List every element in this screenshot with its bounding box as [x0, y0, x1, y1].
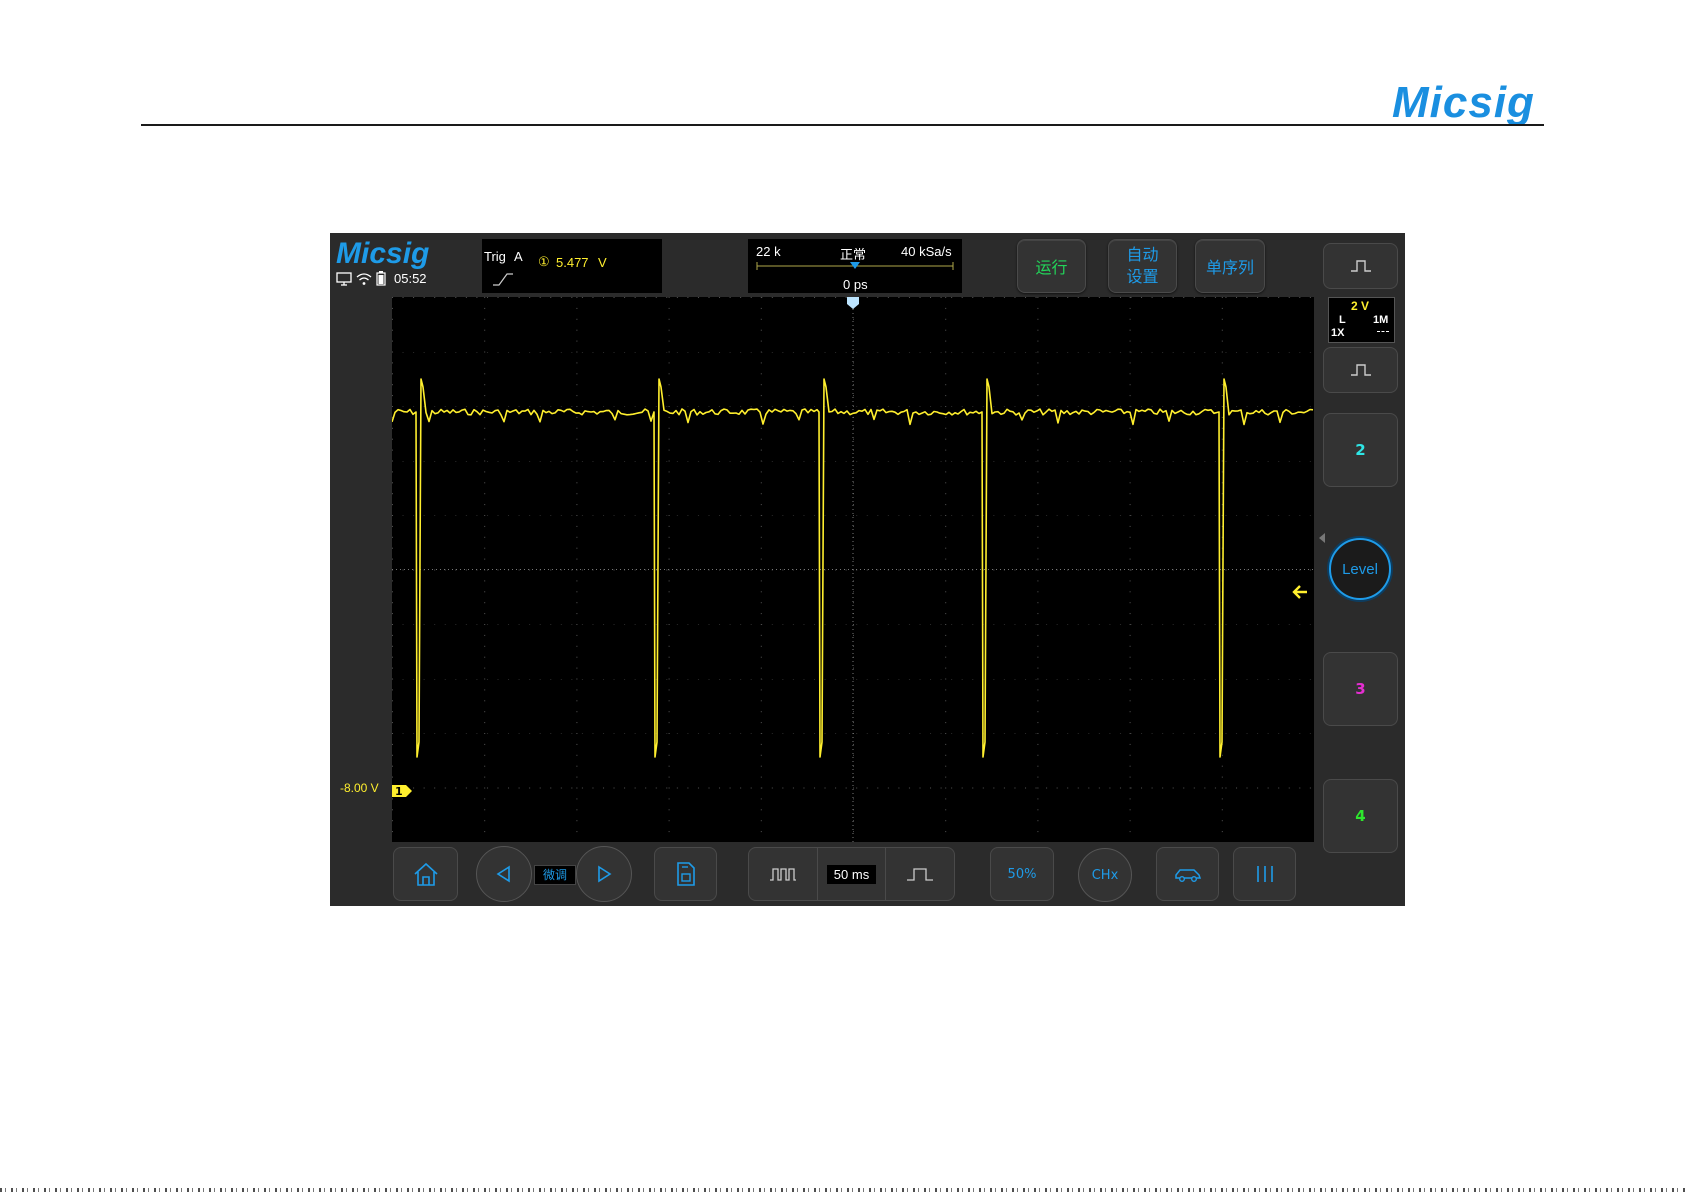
channel1-marker-label: 1 — [395, 785, 403, 798]
triangle-left-icon — [496, 865, 510, 883]
trigger-level-knob[interactable]: Level — [1329, 538, 1391, 600]
page-footer-strip — [0, 1188, 1685, 1192]
level-pointer-icon — [1319, 533, 1325, 543]
channel-select-button[interactable]: CHx — [1078, 848, 1132, 902]
car-icon — [1174, 869, 1201, 882]
sample-rate: 40 kSa/s — [901, 244, 952, 259]
auto-setup-line2: 设置 — [1126, 267, 1159, 286]
auto-setup-line1: 自动 — [1126, 245, 1159, 264]
trigger-panel[interactable]: Trig A ① 5.477 V — [482, 239, 662, 293]
fine-right-button[interactable] — [576, 846, 632, 902]
channel1-coupling: L — [1339, 314, 1346, 326]
timebase-increase-button[interactable] — [885, 848, 954, 900]
auto-setup-button[interactable]: 自动 设置 — [1108, 239, 1177, 293]
fine-adjust-label: 微调 — [534, 865, 576, 885]
run-button[interactable]: 运行 — [1017, 239, 1086, 293]
save-file-icon — [676, 862, 695, 886]
fine-left-button[interactable] — [476, 846, 532, 902]
trigger-source: A — [514, 249, 523, 264]
dc-coupling-icon — [1377, 331, 1389, 332]
rising-edge-icon — [493, 273, 513, 286]
timebase-value: 50 ms — [826, 864, 877, 884]
save-button[interactable] — [654, 847, 717, 901]
horizontal-offset: 0 ps — [843, 277, 868, 292]
single-sequence-button[interactable]: 单序列 — [1195, 239, 1265, 293]
channel1-offset-label: -8.00 V — [340, 781, 379, 795]
channel4-button[interactable]: 4 — [1323, 779, 1398, 853]
document-brand-logo: Micsig — [1392, 78, 1535, 127]
status-bar: 05:52 — [336, 271, 427, 286]
channel1-scale-down-button[interactable] — [1323, 347, 1398, 393]
channel1-scale-up-button[interactable] — [1323, 243, 1398, 289]
trigger-level-unit: V — [598, 255, 607, 270]
pulse-icon — [1350, 364, 1371, 376]
home-icon — [413, 862, 438, 886]
fifty-percent-button[interactable]: 50% — [990, 847, 1054, 901]
menu-button[interactable] — [1233, 847, 1296, 901]
channel1-impedance: 1M — [1373, 314, 1389, 326]
clock-time: 05:52 — [394, 271, 427, 286]
trigger-level-value: 5.477 — [556, 255, 589, 270]
waveform-canvas: 1 — [391, 297, 1314, 842]
scope-brand-logo: Micsig — [336, 237, 430, 270]
pulse-train-icon — [770, 868, 796, 881]
timebase-control: 50 ms — [748, 847, 955, 901]
pulse-icon — [1350, 260, 1371, 272]
memory-position-bar[interactable] — [756, 259, 954, 273]
fine-adjust-control: 微调 — [476, 846, 632, 902]
oscilloscope-window: Micsig 05:52 Trig A ① 5.477 V 22 k 正常 40… — [330, 233, 1405, 906]
auto-mode-button[interactable] — [1156, 847, 1219, 901]
channel1-probe: 1X — [1331, 327, 1345, 339]
vertical-bars-icon — [1256, 866, 1273, 882]
waveform-display[interactable]: 1 — [391, 297, 1314, 842]
timebase-panel[interactable]: 22 k 正常 40 kSa/s 0 ps — [748, 239, 962, 293]
trigger-label: Trig — [484, 249, 506, 264]
wifi-icon — [356, 272, 372, 285]
channel1-info-panel[interactable]: 2 V L 1M 1X — [1328, 297, 1395, 343]
channel1-scale: 2 V — [1351, 299, 1370, 313]
battery-icon — [376, 271, 386, 286]
pulse-icon — [907, 868, 933, 881]
triangle-right-icon — [598, 865, 612, 883]
monitor-icon — [336, 271, 352, 286]
channel2-button[interactable]: 2 — [1323, 413, 1398, 487]
memory-depth: 22 k — [756, 244, 781, 259]
home-button[interactable] — [393, 847, 458, 901]
timebase-decrease-button[interactable] — [749, 848, 818, 900]
trigger-channel-marker: ① — [538, 254, 550, 269]
channel3-button[interactable]: 3 — [1323, 652, 1398, 726]
timebase-display: 50 ms — [818, 864, 885, 884]
header-rule — [141, 124, 1544, 126]
